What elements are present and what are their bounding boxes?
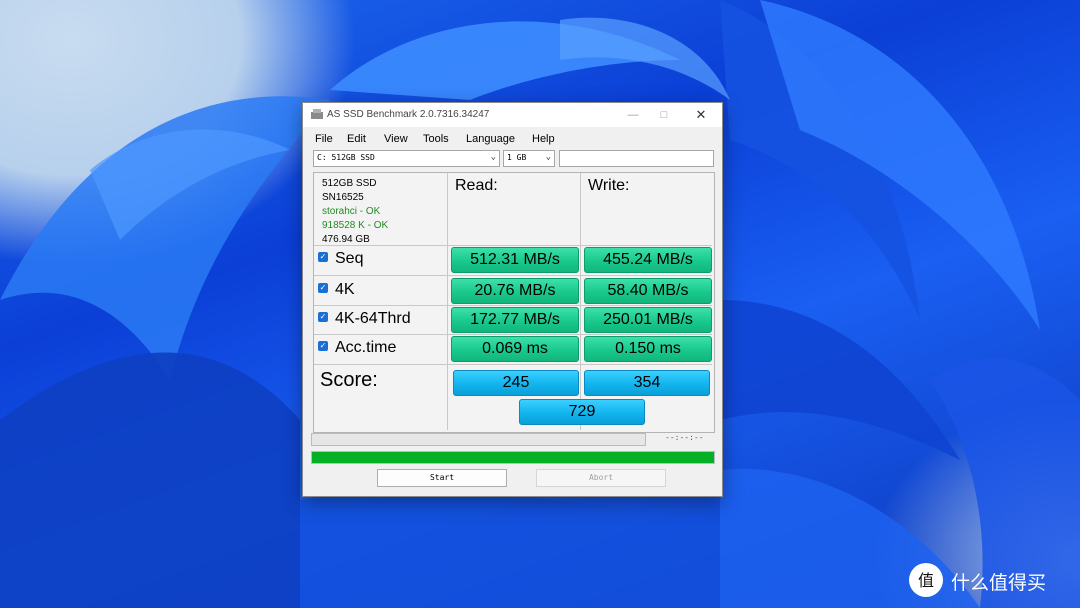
chevron-down-icon: ⌄	[545, 152, 551, 162]
watermark-text: 什么值得买	[951, 572, 1047, 594]
grid-divider	[580, 173, 581, 430]
grid-divider	[447, 173, 448, 430]
maximize-icon[interactable]: □	[656, 107, 672, 123]
menu-language[interactable]: Language	[466, 133, 515, 145]
drive-firmware: SN16525	[322, 192, 364, 203]
title-bar[interactable]: AS SSD Benchmark 2.0.7316.34247 — □ ✕	[303, 103, 722, 127]
grid-divider	[314, 275, 712, 276]
row-label-text: 4K-64Thrd	[335, 310, 411, 327]
menu-edit[interactable]: Edit	[347, 133, 366, 145]
checkbox-acctime[interactable]: ✓	[318, 340, 328, 351]
row-4k64-label[interactable]: ✓ 4K-64Thrd	[318, 308, 411, 330]
start-button[interactable]: Start	[377, 469, 507, 487]
close-icon[interactable]: ✕	[693, 107, 709, 123]
drive-name: 512GB SSD	[322, 178, 377, 189]
size-select-value: 1 GB	[507, 153, 527, 162]
4k-write-value: 58.40 MB/s	[584, 278, 712, 304]
seq-write-value: 455.24 MB/s	[584, 247, 712, 273]
row-acctime-label[interactable]: ✓ Acc.time	[318, 337, 396, 359]
row-label-text: Acc.time	[335, 339, 397, 356]
menu-bar: File Edit View Tools Language Help	[303, 129, 722, 149]
read-header: Read:	[455, 177, 498, 194]
score-total: 729	[519, 399, 645, 425]
score-read: 245	[453, 370, 579, 396]
abort-button[interactable]: Abort	[536, 469, 666, 487]
chevron-down-icon: ⌄	[490, 152, 496, 162]
write-header: Write:	[588, 177, 630, 194]
drive-select-value: C: 512GB SSD	[317, 153, 375, 162]
completion-bar-fill	[312, 452, 714, 463]
drive-select[interactable]: C: 512GB SSD ⌄	[313, 150, 500, 167]
row-label-text: Seq	[335, 250, 364, 267]
score-write: 354	[584, 370, 710, 396]
driver-status: storahci - OK	[322, 206, 381, 217]
drive-capacity: 476.94 GB	[322, 234, 370, 245]
menu-file[interactable]: File	[315, 133, 333, 145]
blank-field	[559, 150, 714, 167]
menu-view[interactable]: View	[384, 133, 408, 145]
row-seq-label[interactable]: ✓ Seq	[318, 248, 363, 270]
4k-read-value: 20.76 MB/s	[451, 278, 579, 304]
checkbox-4k[interactable]: ✓	[318, 282, 328, 293]
seq-read-value: 512.31 MB/s	[451, 247, 579, 273]
app-icon	[311, 109, 323, 119]
row-label-text: 4K	[335, 281, 355, 298]
row-4k-label[interactable]: ✓ 4K	[318, 279, 355, 301]
results-grid: 512GB SSD SN16525 storahci - OK 918528 K…	[313, 172, 715, 433]
elapsed-time: --:--:--	[665, 433, 704, 442]
as-ssd-window: AS SSD Benchmark 2.0.7316.34247 — □ ✕ Fi…	[302, 102, 723, 497]
menu-help[interactable]: Help	[532, 133, 555, 145]
grid-divider	[314, 305, 712, 306]
size-select[interactable]: 1 GB ⌄	[503, 150, 555, 167]
grid-divider	[314, 364, 712, 365]
score-label: Score:	[320, 369, 378, 391]
window-title: AS SSD Benchmark 2.0.7316.34247	[327, 109, 490, 120]
checkbox-seq[interactable]: ✓	[318, 251, 328, 262]
checkbox-4k64[interactable]: ✓	[318, 311, 328, 322]
alignment-status: 918528 K - OK	[322, 220, 389, 231]
watermark-logo-icon: 值	[910, 564, 942, 596]
svg-text:值: 值	[918, 571, 934, 590]
acctime-write-value: 0.150 ms	[584, 336, 712, 362]
progress-bar	[311, 433, 646, 446]
completion-bar	[311, 451, 715, 464]
grid-divider	[314, 334, 712, 335]
menu-tools[interactable]: Tools	[423, 133, 449, 145]
watermark-logo: 值	[909, 563, 943, 597]
4k64-write-value: 250.01 MB/s	[584, 307, 712, 333]
minimize-icon[interactable]: —	[625, 107, 641, 123]
acctime-read-value: 0.069 ms	[451, 336, 579, 362]
4k64-read-value: 172.77 MB/s	[451, 307, 579, 333]
drive-info: 512GB SSD SN16525 storahci - OK 918528 K…	[322, 177, 388, 247]
